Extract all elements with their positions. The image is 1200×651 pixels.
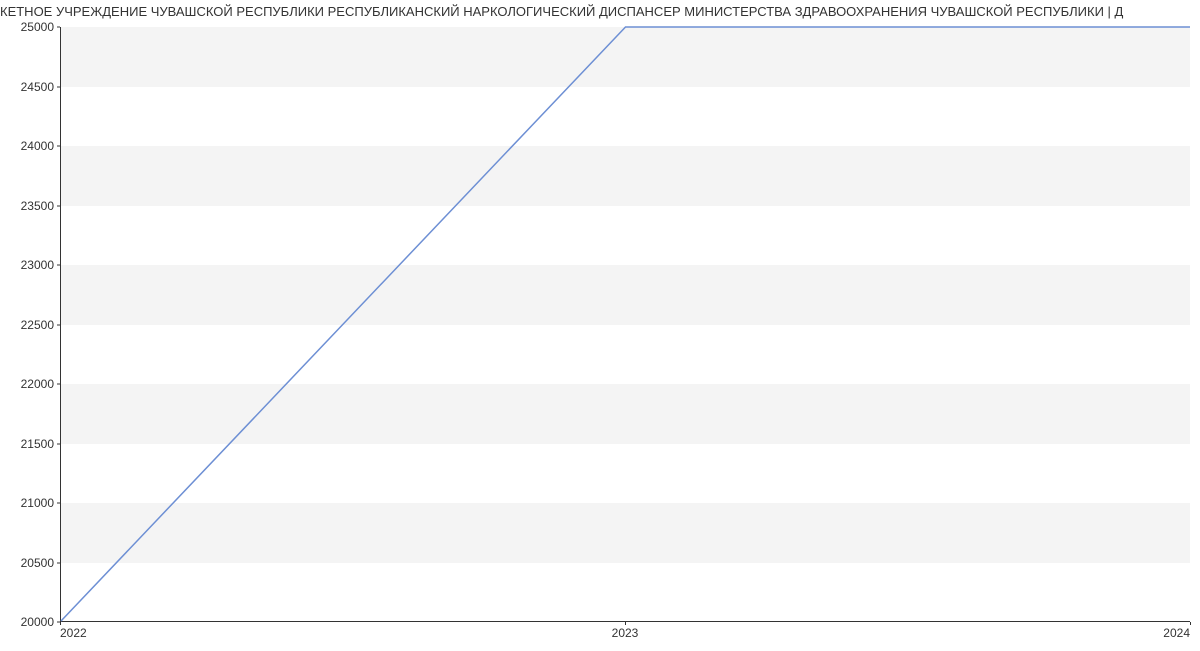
chart-title: КЕТНОЕ УЧРЕЖДЕНИЕ ЧУВАШСКОЙ РЕСПУБЛИКИ Р…	[0, 0, 1200, 21]
y-tick-label: 20500	[4, 556, 54, 570]
x-tick-mark	[625, 622, 626, 625]
x-tick-label: 2022	[60, 626, 87, 640]
y-tick-label: 24000	[4, 139, 54, 153]
x-tick-mark	[60, 622, 61, 625]
y-tick-mark	[57, 443, 60, 444]
y-tick-label: 25000	[4, 20, 54, 34]
y-tick-label: 21000	[4, 496, 54, 510]
y-tick-mark	[57, 384, 60, 385]
y-tick-mark	[57, 324, 60, 325]
chart-area: 20000 20500 21000 21500 22000 22500 23000 23500…	[0, 21, 1200, 651]
y-tick-mark	[57, 86, 60, 87]
y-tick-label: 21500	[4, 437, 54, 451]
plot-region	[60, 27, 1190, 622]
y-tick-label: 23000	[4, 258, 54, 272]
x-tick-label: 2024	[1163, 626, 1190, 640]
y-tick-mark	[57, 146, 60, 147]
y-tick-label: 24500	[4, 80, 54, 94]
y-tick-mark	[57, 503, 60, 504]
y-tick-label: 22000	[4, 377, 54, 391]
line-svg	[61, 27, 1190, 621]
x-tick-label: 2023	[612, 626, 639, 640]
data-series-line	[61, 27, 1190, 621]
y-tick-label: 22500	[4, 318, 54, 332]
y-tick-label: 23500	[4, 199, 54, 213]
y-tick-label: 20000	[4, 615, 54, 629]
y-tick-mark	[57, 562, 60, 563]
x-tick-mark	[1190, 622, 1191, 625]
y-tick-mark	[57, 205, 60, 206]
y-tick-mark	[57, 265, 60, 266]
y-tick-mark	[57, 27, 60, 28]
